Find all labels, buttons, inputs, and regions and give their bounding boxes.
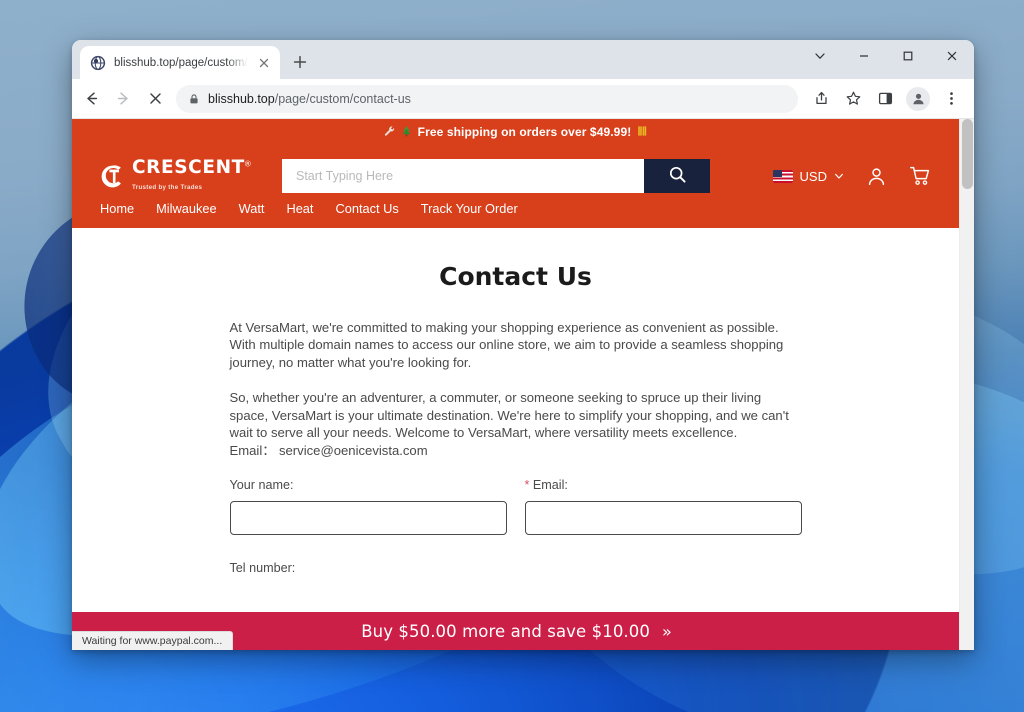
nav-item-contact-us[interactable]: Contact Us — [335, 201, 398, 216]
double-chevron-right-icon: » — [661, 621, 672, 641]
logo-trademark: ® — [244, 159, 251, 169]
url-path: /page/custom/contact-us — [274, 91, 411, 106]
tab-search-chevron-down-icon[interactable] — [798, 40, 842, 72]
intro-paragraph-2: So, whether you're an adventurer, a comm… — [230, 389, 802, 460]
back-arrow-icon[interactable] — [76, 84, 106, 114]
logo-tagline: Trusted by the Trades — [132, 184, 203, 192]
logo-name: CRESCENT — [132, 156, 245, 178]
window-controls — [798, 40, 974, 79]
tab-title: blisshub.top/page/custom/cont — [114, 56, 248, 69]
site-navigation: Home Milwaukee Watt Heat Contact Us Trac… — [72, 201, 959, 228]
intro-paragraph-1: At VersaMart, we're committed to making … — [229, 320, 784, 370]
site-search — [282, 159, 710, 193]
nav-item-home[interactable]: Home — [100, 201, 134, 216]
tel-field-label: Tel number: — [229, 560, 296, 575]
side-panel-icon[interactable] — [870, 84, 900, 114]
user-icon[interactable] — [866, 166, 887, 187]
url-domain: blisshub.top — [208, 91, 275, 106]
browser-tab[interactable]: blisshub.top/page/custom/cont — [80, 46, 280, 79]
lock-icon — [188, 93, 200, 105]
upsell-text: Buy $50.00 more and save $10.00 — [361, 621, 650, 641]
close-icon[interactable] — [930, 40, 974, 72]
us-flag-icon — [772, 169, 793, 183]
site-logo[interactable]: CRESCENT® Trusted by the Trades — [100, 156, 251, 194]
page-main: Contact Us At VersaMart, we're committed… — [72, 228, 959, 575]
stop-loading-icon[interactable] — [140, 84, 170, 114]
name-field-label: Your name: — [229, 477, 294, 492]
nav-item-watt[interactable]: Watt — [239, 201, 265, 216]
globe-icon — [90, 55, 106, 71]
tree-icon — [401, 125, 412, 140]
logo-text-block: CRESCENT® Trusted by the Trades — [132, 156, 251, 194]
search-button[interactable] — [644, 159, 710, 193]
profile-avatar[interactable] — [906, 86, 930, 111]
forward-arrow-icon[interactable] — [108, 84, 138, 114]
currency-code: USD — [799, 168, 827, 184]
header-actions: USD — [772, 165, 931, 187]
scrollbar-thumb[interactable] — [962, 119, 973, 189]
site-promo-bar: Free shipping on orders over $49.99! — [72, 119, 959, 145]
name-field-group: Your name: — [229, 477, 507, 535]
required-mark: * — [524, 477, 530, 492]
new-tab-button[interactable] — [286, 48, 314, 76]
email-field-label: * Email: — [525, 478, 802, 492]
tab-strip: blisshub.top/page/custom/cont — [72, 40, 974, 79]
contact-form-row: Your name: * Email: — [229, 477, 802, 535]
page-title: Contact Us — [439, 262, 592, 291]
browser-status-bar: Waiting for www.paypal.com... — [72, 631, 234, 650]
promo-text: Free shipping on orders over $49.99! — [417, 125, 632, 139]
email-field-group: * Email: — [524, 478, 802, 535]
three-dot-menu-icon[interactable] — [936, 84, 966, 114]
tab-close-icon[interactable] — [256, 55, 272, 71]
url-text: blisshub.top/page/custom/contact-us — [208, 92, 411, 106]
browser-window: blisshub.top/page/custom/cont — [72, 40, 974, 650]
chevron-down-icon — [834, 171, 844, 181]
content-container: Contact Us At VersaMart, we're committed… — [229, 262, 802, 575]
nav-item-milwaukee[interactable]: Milwaukee — [156, 201, 216, 216]
browser-toolbar: blisshub.top/page/custom/contact-us — [72, 79, 974, 119]
email-label-text: Email: — [532, 477, 568, 492]
bookmark-star-icon[interactable] — [838, 84, 868, 114]
site-header: CRESCENT® Trusted by the Trades Start Ty… — [72, 145, 959, 201]
minimize-icon[interactable] — [842, 40, 886, 72]
wrench-icon — [383, 125, 395, 140]
search-icon — [668, 165, 687, 187]
status-text: Waiting for www.paypal.com... — [82, 635, 223, 647]
search-input[interactable] — [282, 159, 644, 193]
page-scrollbar[interactable] — [959, 119, 974, 650]
contact-email-line: Email： service@oenicevista.com — [229, 443, 428, 459]
page-viewport: Free shipping on orders over $49.99! CRE… — [72, 119, 974, 650]
nav-item-heat[interactable]: Heat — [286, 201, 313, 216]
maximize-icon[interactable] — [886, 40, 930, 72]
email-input[interactable] — [524, 500, 802, 535]
cart-icon[interactable] — [909, 165, 931, 187]
address-bar[interactable]: blisshub.top/page/custom/contact-us — [176, 84, 798, 113]
name-input[interactable] — [229, 500, 507, 535]
share-icon[interactable] — [806, 84, 836, 114]
page-content-area: Free shipping on orders over $49.99! CRE… — [72, 119, 959, 650]
currency-selector[interactable]: USD — [772, 168, 844, 184]
paragraph-2-text: So, whether you're an adventurer, a comm… — [229, 390, 789, 441]
nav-item-track-your-order[interactable]: Track Your Order — [421, 201, 518, 216]
crescent-logo-mark-icon — [100, 164, 125, 189]
book-icon — [637, 125, 648, 140]
